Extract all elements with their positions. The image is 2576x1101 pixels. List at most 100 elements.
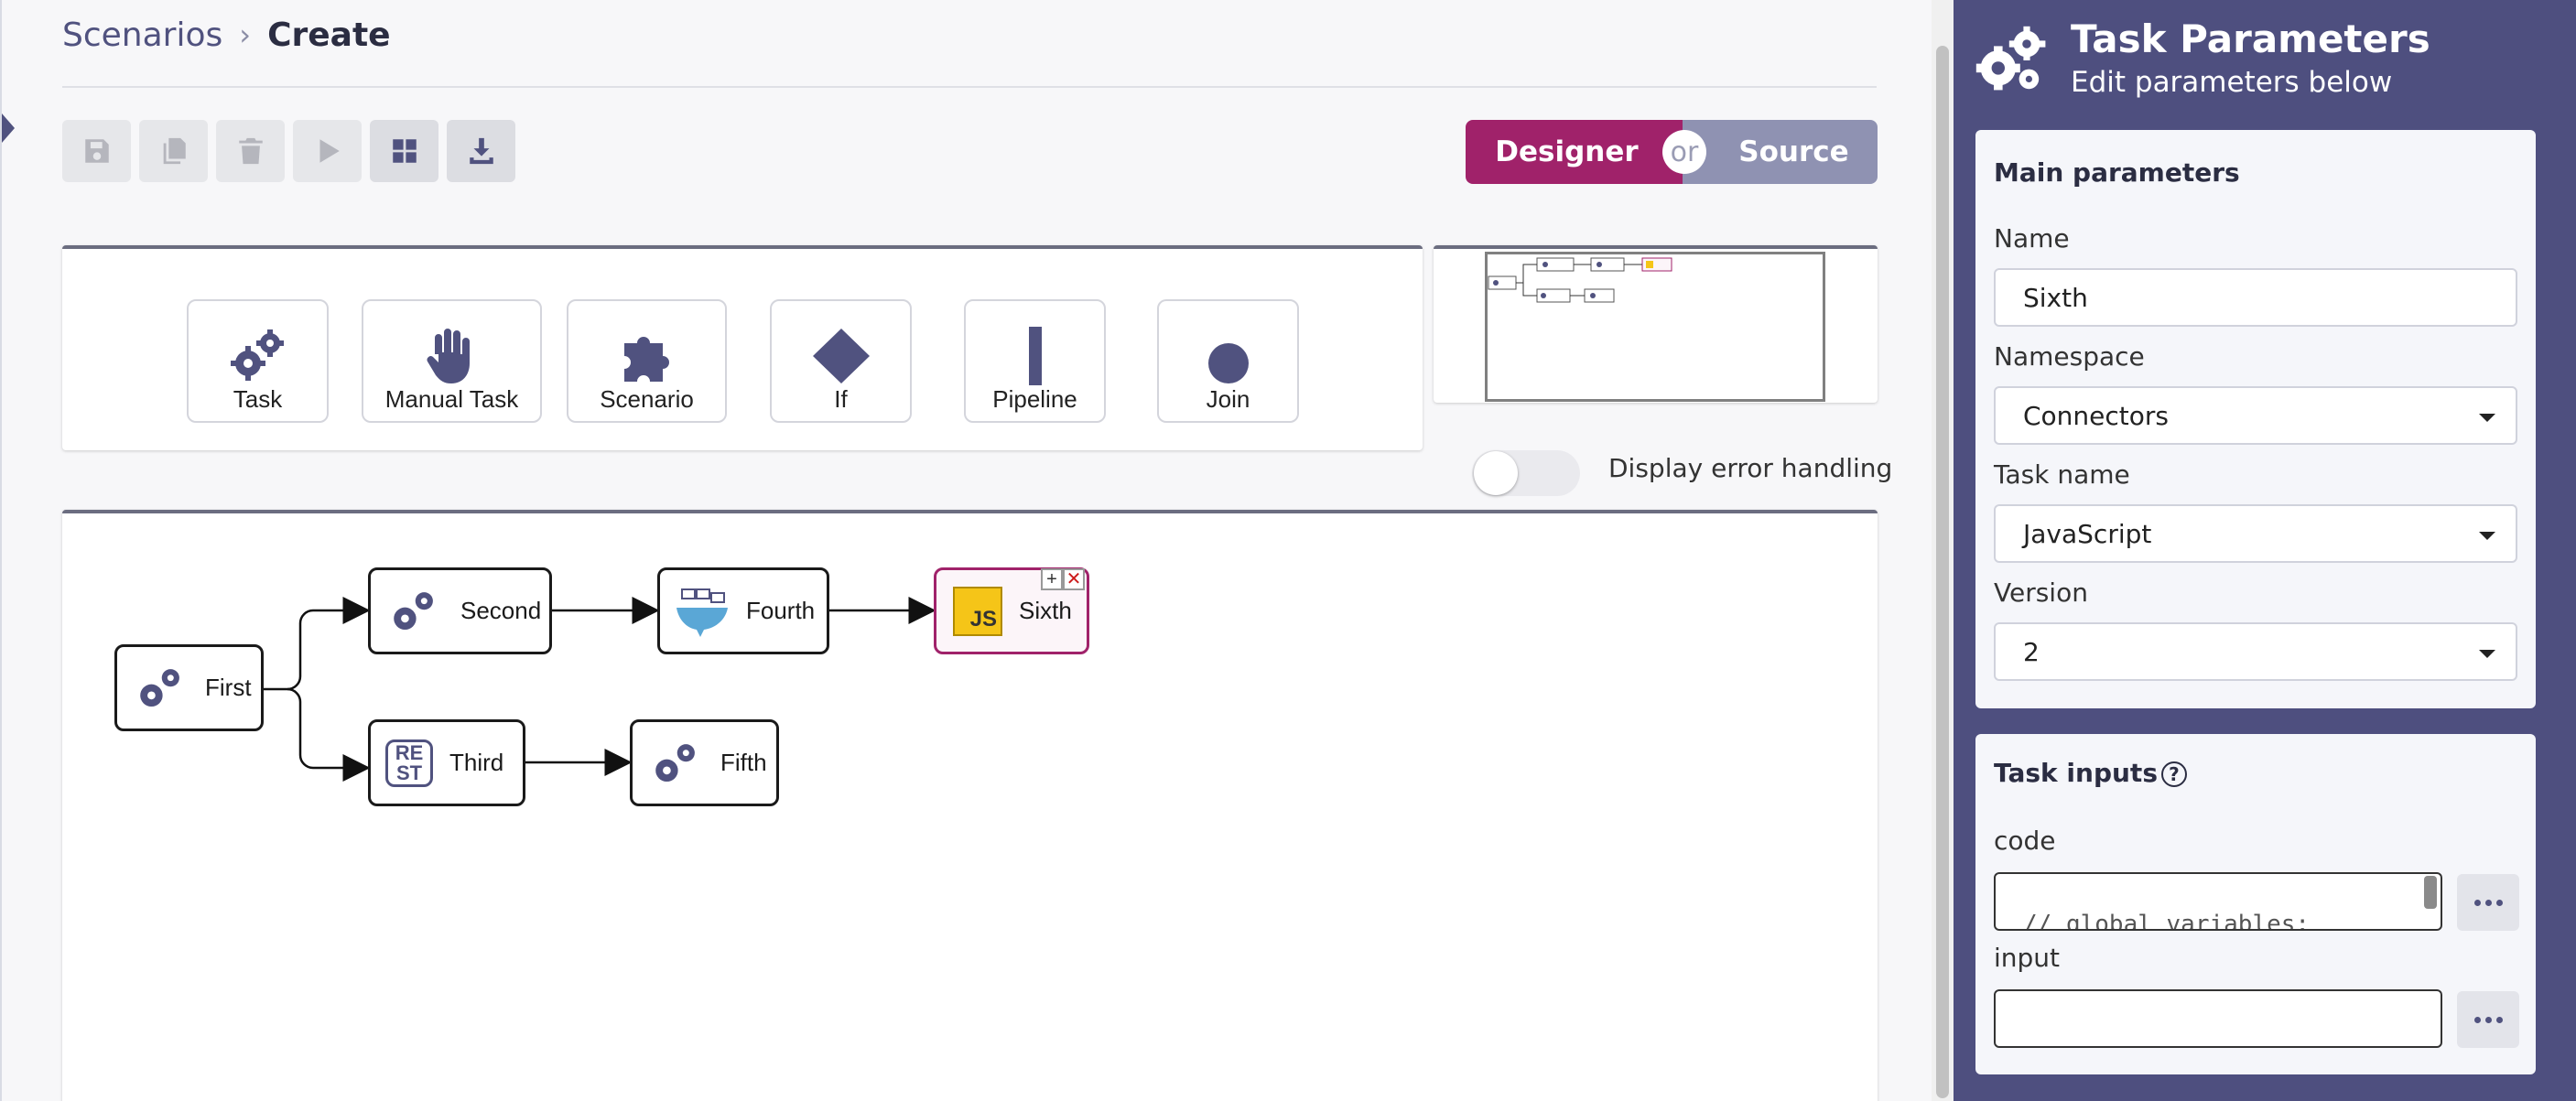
source-mode-button[interactable]: Source	[1683, 120, 1878, 184]
rest-icon-top: RE	[395, 740, 424, 764]
chevron-down-icon	[2479, 532, 2495, 540]
breadcrumb-current: Create	[267, 16, 391, 54]
panel-subtitle: Edit parameters below	[2071, 66, 2393, 99]
layout-button[interactable]	[370, 120, 438, 182]
code-textarea-scrollbar[interactable]	[2424, 876, 2437, 909]
palette-task-label: Task	[233, 385, 283, 413]
palette-join[interactable]: Join	[1157, 299, 1299, 423]
node-sixth[interactable]: JS Sixth + ✕	[934, 567, 1089, 654]
task-name-label: Task name	[1994, 459, 2130, 490]
task-inputs-card: Task inputs? code // global variables: i…	[1975, 734, 2536, 1074]
mode-or-label: or	[1662, 130, 1706, 174]
namespace-select-value: Connectors	[2023, 400, 2170, 431]
palette-if[interactable]: If	[770, 299, 912, 423]
version-select-value: 2	[2023, 636, 2040, 667]
name-label: Name	[1994, 223, 2070, 254]
node-add-button[interactable]: +	[1041, 568, 1063, 590]
name-field[interactable]: Sixth	[1994, 268, 2517, 327]
palette-pipeline[interactable]: Pipeline	[964, 299, 1106, 423]
trash-icon	[238, 137, 263, 165]
rest-icon: RE ST	[385, 739, 433, 787]
designer-canvas[interactable]: First Second RE ST Third Fourth Fifth JS…	[62, 510, 1878, 1101]
main-parameters-title: Main parameters	[1994, 157, 2240, 188]
input-more-button[interactable]	[2457, 991, 2519, 1048]
namespace-select[interactable]: Connectors	[1994, 386, 2517, 445]
main-parameters-card: Main parameters Name Sixth Namespace Con…	[1975, 130, 2536, 708]
download-icon	[469, 137, 493, 165]
error-handling-label: Display error handling	[1608, 453, 1893, 483]
breadcrumb: Scenarios › Create	[62, 9, 391, 60]
node-third-label: Third	[449, 749, 504, 776]
task-name-select[interactable]: JavaScript	[1994, 504, 2517, 563]
grid-icon	[392, 139, 417, 163]
task-name-select-value: JavaScript	[2023, 518, 2152, 549]
node-fifth[interactable]: Fifth	[630, 719, 779, 806]
main-area: Scenarios › Create Designer Source or Ta…	[0, 0, 1932, 1101]
download-button[interactable]	[447, 120, 515, 182]
panel-title: Task Parameters	[2071, 16, 2430, 61]
task-inputs-title-text: Task inputs	[1994, 758, 2158, 788]
input-textarea[interactable]	[1994, 989, 2442, 1048]
gears-icon	[655, 743, 695, 782]
version-label: Version	[1994, 577, 2088, 608]
input-label: input	[1994, 943, 2061, 973]
minimap[interactable]	[1434, 245, 1878, 403]
node-fifth-label: Fifth	[720, 749, 767, 776]
palette-scenario[interactable]: Scenario	[567, 299, 727, 423]
expand-caret-icon[interactable]	[2, 113, 15, 143]
save-icon	[84, 139, 109, 163]
help-icon[interactable]: ?	[2160, 761, 2187, 787]
node-remove-button[interactable]: ✕	[1063, 568, 1085, 590]
code-textarea-value: // global variables:	[2023, 911, 2311, 931]
circle-icon	[1207, 343, 1249, 383]
code-more-button[interactable]	[2457, 874, 2519, 931]
code-textarea[interactable]: // global variables:	[1994, 872, 2442, 931]
header-divider	[62, 86, 1877, 88]
diamond-icon	[812, 329, 870, 383]
palette-manual-task[interactable]: Manual Task	[362, 299, 542, 423]
chevron-down-icon	[2479, 650, 2495, 658]
node-first-label: First	[205, 674, 252, 701]
run-button[interactable]	[293, 120, 362, 182]
js-icon-text: JS	[969, 606, 997, 631]
node-fourth[interactable]: Fourth	[657, 567, 829, 654]
copy-icon	[163, 137, 186, 165]
delete-button[interactable]	[216, 120, 285, 182]
version-select[interactable]: 2	[1994, 622, 2517, 681]
bar-icon	[1028, 327, 1042, 385]
node-sixth-label: Sixth	[1019, 597, 1072, 624]
gears-icon	[1975, 26, 2046, 91]
error-handling-toggle-knob[interactable]	[1474, 451, 1518, 495]
gears-icon	[230, 329, 284, 381]
name-field-value: Sixth	[2023, 282, 2088, 313]
palette-scenario-label: Scenario	[600, 385, 694, 413]
node-third[interactable]: RE ST Third	[368, 719, 525, 806]
gears-icon	[394, 591, 433, 630]
code-label: code	[1994, 826, 2056, 856]
designer-mode-button[interactable]: Designer	[1466, 120, 1683, 184]
minimap-viewport[interactable]	[1485, 252, 1825, 402]
breadcrumb-scenarios-link[interactable]: Scenarios	[62, 16, 222, 54]
mode-toggle: Designer Source or	[1466, 120, 1878, 184]
save-button[interactable]	[62, 120, 131, 182]
palette-if-label: If	[834, 385, 848, 413]
task-inputs-title: Task inputs?	[1994, 758, 2187, 788]
node-first[interactable]: First	[114, 644, 264, 731]
palette-task[interactable]: Task	[187, 299, 329, 423]
palette-pipeline-label: Pipeline	[992, 385, 1077, 413]
main-scrollbar-thumb[interactable]	[1936, 46, 1949, 1098]
namespace-label: Namespace	[1994, 341, 2145, 372]
js-icon: JS	[953, 586, 1002, 636]
node-fourth-label: Fourth	[746, 597, 816, 624]
rest-icon-bottom: ST	[395, 761, 423, 784]
copy-button[interactable]	[139, 120, 208, 182]
element-palette: Task Manual Task Scenario If Pipeline Jo…	[62, 245, 1423, 450]
node-second[interactable]: Second	[368, 567, 552, 654]
palette-join-label: Join	[1206, 385, 1250, 413]
play-icon	[319, 139, 340, 163]
puzzle-icon	[623, 337, 669, 382]
toolbar	[62, 120, 515, 182]
hand-icon	[427, 329, 470, 383]
breadcrumb-separator-icon: ›	[239, 17, 252, 52]
docker-icon	[676, 588, 728, 637]
